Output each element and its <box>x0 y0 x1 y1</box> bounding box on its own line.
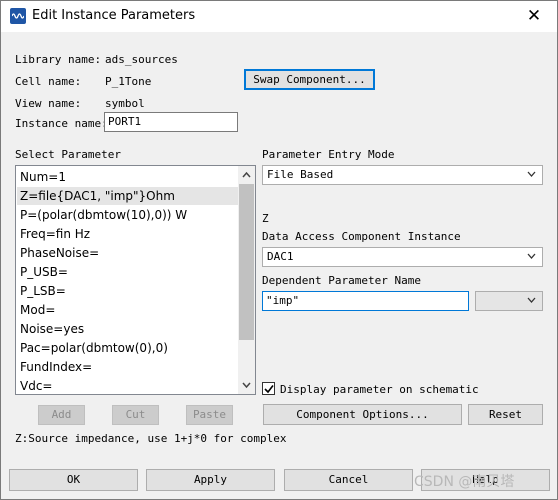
parameter-description: Z:Source impedance, use 1+j*0 for comple… <box>15 432 287 445</box>
view-name-value: symbol <box>105 97 145 110</box>
list-item[interactable]: Vdc= <box>20 379 52 393</box>
cut-button[interactable]: Cut <box>112 405 159 425</box>
select-parameter-heading: Select Parameter <box>15 148 121 161</box>
dac-instance-label: Data Access Component Instance <box>262 230 461 243</box>
list-item[interactable]: Freq=fin Hz <box>20 227 90 241</box>
cell-name-label: Cell name: <box>15 75 82 88</box>
parameter-entry-mode-select[interactable]: File Based <box>262 165 543 185</box>
list-item[interactable]: Noise=yes <box>20 322 84 336</box>
edit-instance-parameters-dialog: Edit Instance Parameters ✕ Library name:… <box>0 0 558 500</box>
list-item[interactable]: Mod= <box>20 303 55 317</box>
csdn-watermark: CSDN @南贝塔 <box>414 474 515 490</box>
add-button[interactable]: Add <box>38 405 85 425</box>
list-item[interactable]: Z=file{DAC1, "imp"}Ohm <box>20 189 175 203</box>
swap-component-button[interactable]: Swap Component... <box>244 69 375 90</box>
list-item[interactable]: FundIndex= <box>20 360 92 374</box>
instance-name-input[interactable]: PORT1 <box>104 112 238 132</box>
library-name-value: ads_sources <box>105 53 178 66</box>
ok-button[interactable]: OK <box>9 469 138 491</box>
list-item[interactable]: P=(polar(dbmtow(10),0)) W <box>20 208 187 222</box>
dependent-parameter-input[interactable]: "imp" <box>262 291 469 311</box>
library-name-label: Library name: <box>15 53 102 66</box>
list-item[interactable]: PhaseNoise= <box>20 246 99 260</box>
list-item[interactable]: Pac=polar(dbmtow(0),0) <box>20 341 168 355</box>
scroll-up-icon[interactable] <box>242 171 251 180</box>
view-name-label: View name: <box>15 97 82 110</box>
parameter-entry-mode-label: Parameter Entry Mode <box>262 148 395 161</box>
list-item[interactable]: Num=1 <box>20 170 66 184</box>
display-parameter-checkbox[interactable] <box>262 382 275 395</box>
parameter-name-heading: Z <box>262 212 269 225</box>
apply-button[interactable]: Apply <box>146 469 275 491</box>
chevron-down-icon <box>527 171 536 177</box>
display-parameter-label: Display parameter on schematic <box>280 383 479 396</box>
scroll-down-icon[interactable] <box>242 380 251 389</box>
list-item[interactable]: P_LSB= <box>20 284 66 298</box>
cancel-button[interactable]: Cancel <box>284 469 413 491</box>
dependent-parameter-label: Dependent Parameter Name <box>262 274 421 287</box>
cell-name-value: P_1Tone <box>105 75 152 88</box>
close-icon[interactable]: ✕ <box>519 4 549 28</box>
component-options-button[interactable]: Component Options... <box>263 404 462 425</box>
window-title: Edit Instance Parameters <box>32 8 196 23</box>
dac-instance-value: DAC1 <box>267 250 294 263</box>
list-item[interactable]: P_USB= <box>20 265 68 279</box>
parameter-entry-mode-value: File Based <box>267 168 334 181</box>
reset-button[interactable]: Reset <box>468 404 543 425</box>
paste-button[interactable]: Paste <box>186 405 233 425</box>
dac-instance-select[interactable]: DAC1 <box>262 247 543 267</box>
dependent-parameter-dropdown[interactable] <box>475 291 543 311</box>
parameter-list[interactable]: Num=1 Z=file{DAC1, "imp"}Ohm P=(polar(db… <box>15 165 256 395</box>
chevron-down-icon <box>527 253 536 259</box>
scrollbar-thumb[interactable] <box>239 184 254 340</box>
checkmark-icon <box>264 385 274 394</box>
chevron-down-icon <box>527 297 536 303</box>
list-scrollbar[interactable] <box>238 166 255 394</box>
instance-name-label: Instance name: <box>15 117 108 130</box>
title-bar[interactable]: Edit Instance Parameters ✕ <box>1 1 557 32</box>
app-icon <box>10 8 26 24</box>
